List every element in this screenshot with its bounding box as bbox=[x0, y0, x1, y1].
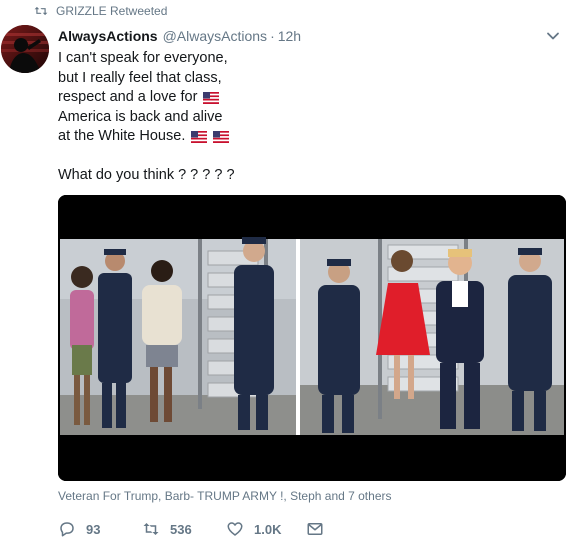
tweet-line: I can't speak for everyone, bbox=[58, 50, 228, 66]
time-separator: · bbox=[270, 28, 275, 44]
heart-icon bbox=[227, 522, 243, 536]
like-count: 1.0K bbox=[254, 521, 282, 537]
tweet-header: AlwaysActions @AlwaysActions · 12h bbox=[58, 26, 571, 46]
retweet-icon bbox=[34, 6, 48, 16]
photo-collage bbox=[58, 195, 566, 481]
chevron-down-icon[interactable] bbox=[545, 28, 561, 44]
tweet-actions: 93 536 1.0K bbox=[58, 516, 324, 538]
reply-icon bbox=[60, 522, 74, 537]
tweet-line: but I really feel that class, bbox=[58, 69, 222, 86]
envelope-icon bbox=[307, 523, 323, 535]
like-button[interactable]: 1.0K bbox=[226, 520, 306, 538]
us-flag-emoji-icon bbox=[213, 130, 230, 143]
tweet-media-image[interactable] bbox=[58, 195, 566, 481]
avatar[interactable] bbox=[1, 25, 49, 73]
us-flag-emoji-icon bbox=[203, 91, 220, 104]
reply-button[interactable]: 93 bbox=[58, 520, 142, 538]
tweet-line: at the White House. bbox=[58, 127, 478, 147]
retweet-icon bbox=[143, 523, 159, 535]
tweet-line: America is back and alive bbox=[58, 108, 223, 125]
retweet-context-text: GRIZZLE Retweeted bbox=[56, 4, 168, 18]
tweet-text: I can't speak for everyone, but I really… bbox=[58, 49, 478, 185]
direct-message-button[interactable] bbox=[306, 520, 324, 538]
retweet-button[interactable]: 536 bbox=[142, 520, 226, 538]
reply-count: 93 bbox=[86, 521, 101, 537]
us-flag-emoji-icon bbox=[191, 130, 208, 143]
retweet-context[interactable]: GRIZZLE Retweeted bbox=[34, 3, 167, 19]
author-handle[interactable]: @AlwaysActions bbox=[163, 28, 267, 44]
avatar-image bbox=[1, 25, 49, 73]
liked-by-text[interactable]: Veteran For Trump, Barb- TRUMP ARMY !, S… bbox=[58, 489, 392, 503]
tweet-line: What do you think ? ? ? ? ? bbox=[58, 166, 235, 183]
tweet-line: respect and a love for bbox=[58, 88, 478, 108]
tweet-timestamp[interactable]: 12h bbox=[278, 28, 301, 44]
author-name[interactable]: AlwaysActions bbox=[58, 28, 158, 44]
retweet-count: 536 bbox=[170, 521, 192, 537]
